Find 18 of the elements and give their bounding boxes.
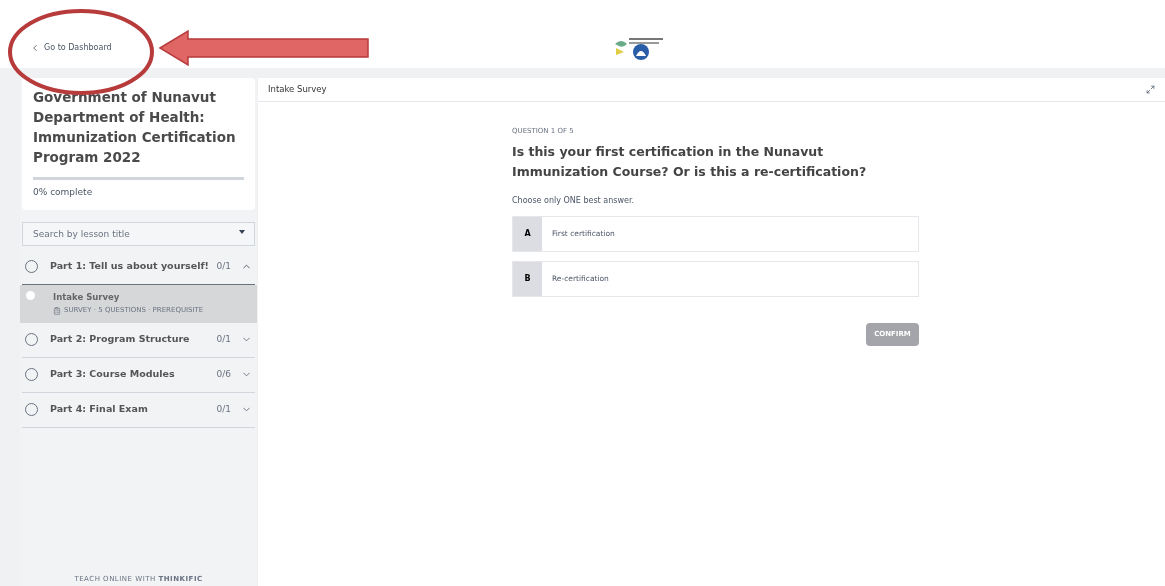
instruction-text: Choose only ONE best answer. — [512, 194, 635, 207]
chapter-item[interactable]: Part 4: Final Exam 0/1 — [22, 392, 255, 428]
progress-label: 0% complete — [33, 186, 94, 199]
dropdown-icon — [239, 229, 245, 234]
clipboard-icon — [53, 306, 61, 315]
chapter-item[interactable]: Part 3: Course Modules 0/6 — [22, 357, 255, 393]
search-field[interactable]: Search by lesson title — [22, 221, 255, 246]
content-title: Intake Survey — [268, 83, 327, 96]
question-text: Is this your first certification in the Nunavut Immunization Course? Or is this a re-certification? — [512, 142, 868, 181]
expand-icon[interactable] — [1146, 85, 1155, 94]
back-link[interactable]: Go to Dashboard — [30, 42, 112, 54]
chapter-item[interactable]: Part 1: Tell us about yourself! 0/1 — [22, 249, 255, 285]
logo-icon — [613, 36, 665, 62]
chevron-left-icon — [30, 43, 40, 53]
lesson-title: Intake Survey — [53, 290, 121, 304]
course-title: Government of Nunavut Department of Health: Immunization Certification Program 2022 — [33, 88, 237, 167]
chapter-item[interactable]: Part 2: Program Structure 0/1 — [22, 322, 255, 358]
lesson-status-icon — [26, 290, 35, 300]
